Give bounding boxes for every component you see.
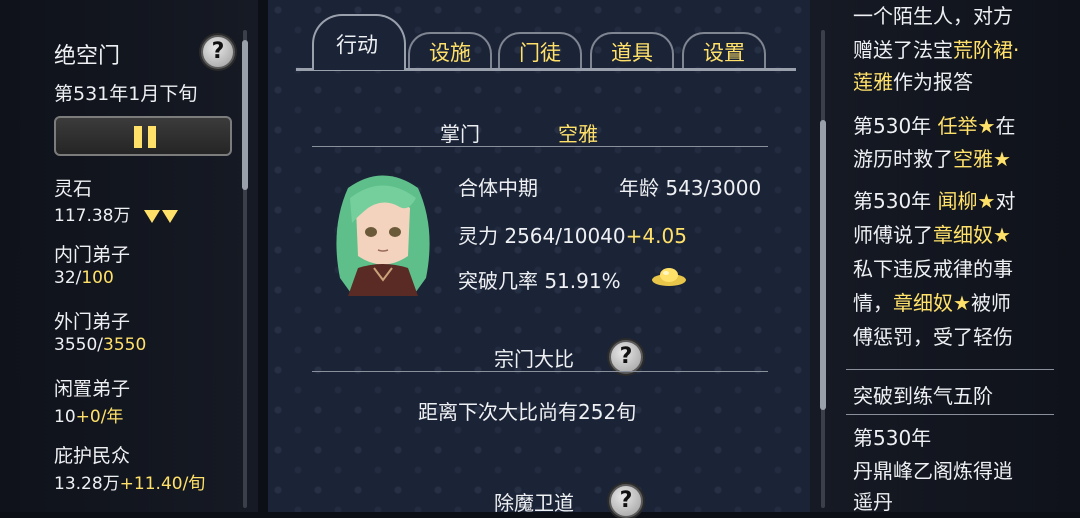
log-line: 情，章细奴★被师 xyxy=(853,287,1011,316)
demon-help-button[interactable]: ? xyxy=(609,484,643,518)
spirit-label: 灵力 xyxy=(458,224,498,248)
breakthrough-value: 51.91% xyxy=(544,269,621,293)
log-divider xyxy=(846,369,1054,370)
divider xyxy=(312,371,768,372)
game-date: 第531年1月下旬 xyxy=(54,83,198,105)
stat-value-spirit-stones: 117.38万 xyxy=(54,201,178,226)
leader-title-label: 掌门 xyxy=(440,122,480,146)
log-line: 遥丹 xyxy=(853,490,893,514)
log-line: 师傅说了章细奴★ xyxy=(853,219,1011,248)
tab-action[interactable]: 行动 xyxy=(322,28,392,62)
leader-portrait[interactable] xyxy=(328,168,438,296)
age-label: 年龄 xyxy=(619,176,659,200)
help-button[interactable]: ? xyxy=(201,35,235,69)
leader-breakthrough: 突破几率 51.91% xyxy=(458,265,621,294)
leader-realm: 合体中期 xyxy=(458,176,538,200)
stat-value-accent: +0/年 xyxy=(75,407,124,427)
log-line: 第530年 闻柳★对 xyxy=(853,185,1015,214)
log-person-link[interactable]: 闻柳★ xyxy=(938,189,996,213)
log-text: 作为报答 xyxy=(893,70,973,94)
log-item-link[interactable]: 荒阶裙· xyxy=(953,38,1019,62)
log-line: 一个陌生人，对方 xyxy=(853,4,1013,28)
log-date: 第530年 xyxy=(853,114,932,138)
log-text: 情， xyxy=(853,291,893,315)
log-person-link[interactable]: 章细奴★ xyxy=(933,223,1011,247)
tournament-countdown: 距离下次大比尚有252旬 xyxy=(418,400,637,424)
log-line: 赠送了法宝荒阶裙· xyxy=(853,34,1019,63)
tab-facilities[interactable]: 设施 xyxy=(412,36,488,70)
log-text: 赠送了法宝 xyxy=(853,38,953,62)
tournament-help-button[interactable]: ? xyxy=(609,340,643,374)
log-text: 被师 xyxy=(970,291,1011,315)
log-line: 突破到练气五阶 xyxy=(853,384,993,408)
log-text: 对 xyxy=(995,189,1016,213)
log-line: 第530年 任举★在 xyxy=(853,110,1015,139)
tab-settings[interactable]: 设置 xyxy=(686,36,762,70)
stat-value-accent: +11.40/旬 xyxy=(119,474,206,494)
log-text: 游历时救了 xyxy=(853,147,953,171)
log-line: 丹鼎峰乙阁炼得逍 xyxy=(853,459,1013,483)
log-item-link[interactable]: 莲雅 xyxy=(853,70,893,94)
tournament-title: 宗门大比 xyxy=(494,347,574,371)
spirit-rate: +4.05 xyxy=(625,224,687,248)
age-value: 543/3000 xyxy=(665,176,762,200)
pause-button[interactable] xyxy=(54,116,232,156)
stat-value-outer-disciples: 3550/3550 xyxy=(54,335,146,355)
log-line: 私下违反戒律的事 xyxy=(853,257,1013,281)
log-line: 第530年 xyxy=(853,426,932,450)
log-line: 游历时救了空雅★ xyxy=(853,143,1011,172)
down-arrow-icon xyxy=(143,209,160,223)
log-date: 第530年 xyxy=(853,189,932,213)
breakthrough-pill-icon[interactable] xyxy=(651,266,687,288)
sidebar-scroll-thumb[interactable] xyxy=(242,40,248,190)
tab-items[interactable]: 道具 xyxy=(594,36,670,70)
breakthrough-label: 突破几率 xyxy=(458,269,538,293)
log-scroll-thumb[interactable] xyxy=(820,120,826,410)
pause-icon xyxy=(134,126,142,148)
leader-name[interactable]: 空雅 xyxy=(558,118,598,147)
log-text: 在 xyxy=(995,114,1016,138)
stat-value-inner-disciples: 32/100 xyxy=(54,268,114,288)
stat-value-accent: 3550 xyxy=(103,335,147,355)
tab-disciples[interactable]: 门徒 xyxy=(502,36,578,70)
log-divider xyxy=(846,414,1054,415)
stat-value: 117.38万 xyxy=(54,206,131,226)
stat-label-inner-disciples: 内门弟子 xyxy=(54,244,131,266)
log-person-link[interactable]: 任举★ xyxy=(938,114,996,138)
log-line: 傅惩罚，受了轻伤 xyxy=(853,325,1013,349)
stat-label-spirit-stones: 灵石 xyxy=(54,178,93,200)
pause-icon-bar xyxy=(148,126,156,148)
log-line: 莲雅作为报答 xyxy=(853,66,973,95)
spirit-value: 2564/10040 xyxy=(504,224,626,248)
stat-value: 32/ xyxy=(54,268,82,288)
log-person-link[interactable]: 空雅★ xyxy=(953,147,1011,171)
stat-value: 13.28万 xyxy=(54,474,120,494)
stat-label-outer-disciples: 外门弟子 xyxy=(54,311,131,333)
stat-value: 3550/ xyxy=(54,335,103,355)
stat-value: 10 xyxy=(54,407,76,427)
stat-label-protected-people: 庇护民众 xyxy=(54,445,131,467)
leader-spirit: 灵力 2564/10040+4.05 xyxy=(458,220,687,249)
stat-label-idle-disciples: 闲置弟子 xyxy=(54,378,131,400)
log-text: 师傅说了 xyxy=(853,223,933,247)
stat-value-accent: 100 xyxy=(81,268,114,288)
stat-value-idle-disciples: 10+0/年 xyxy=(54,402,123,427)
stat-value-protected-people: 13.28万+11.40/旬 xyxy=(54,469,205,494)
log-person-link[interactable]: 章细奴★ xyxy=(893,291,971,315)
sect-name: 绝空门 xyxy=(54,44,121,69)
divider xyxy=(312,146,768,147)
down-arrow-icon xyxy=(161,209,178,223)
leader-age: 年龄 543/3000 xyxy=(619,172,761,201)
